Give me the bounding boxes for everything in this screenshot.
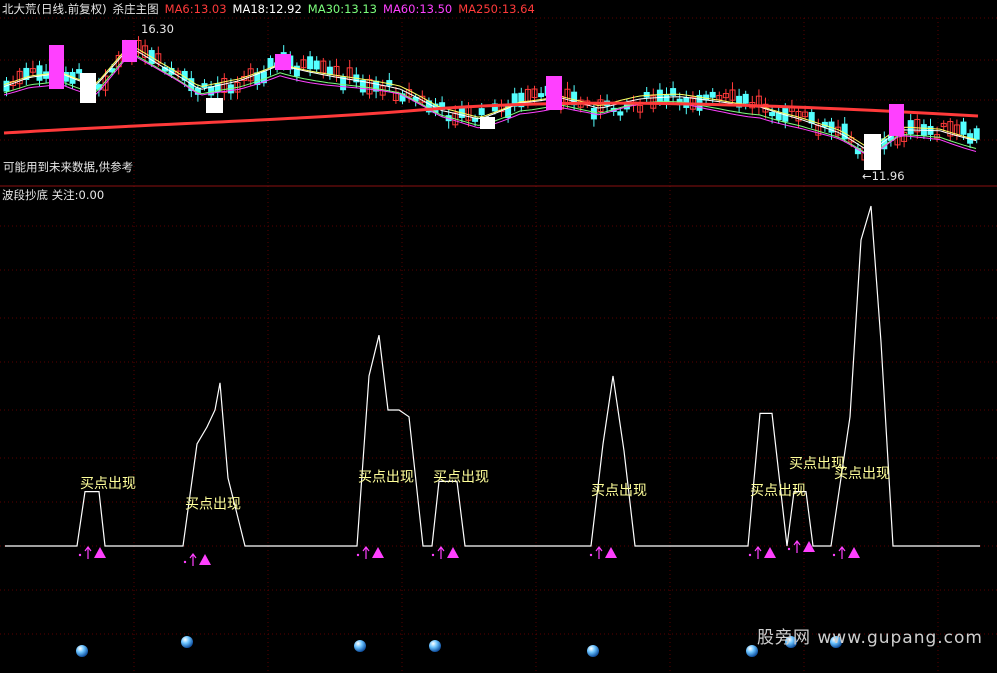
candle-body xyxy=(769,112,776,117)
low-price-label: ←11.96 xyxy=(862,169,905,183)
buy-signal-label: 买点出现 xyxy=(433,469,489,485)
signal-ball-icon xyxy=(181,636,193,648)
up-arrow-icon xyxy=(84,546,92,559)
signal-block xyxy=(122,40,137,62)
signal-dot xyxy=(356,553,360,557)
buy-signal-label: 买点出现 xyxy=(185,497,241,513)
up-arrow-icon xyxy=(793,540,801,553)
price-panel xyxy=(3,36,980,170)
grid xyxy=(0,17,997,673)
triangle-icon xyxy=(848,547,860,558)
ma60-value: MA60:13.50 xyxy=(383,2,453,16)
candle-body xyxy=(76,69,83,74)
candle-body xyxy=(709,91,716,98)
candle-body xyxy=(36,65,43,81)
buy-signal-label: 买点出现 xyxy=(358,469,414,485)
stock-name: 北大荒(日线.前复权) xyxy=(2,2,107,16)
chart-stage: 买点出现 买点出现 买点出现 买点出现 买点出现 买点出现 买点出现 买点出现 北大荒(日线.… xyxy=(0,0,997,673)
ma-line xyxy=(3,51,977,156)
candle-body xyxy=(656,89,663,102)
candle-body xyxy=(643,92,650,98)
ma30-value: MA30:13.13 xyxy=(307,2,378,16)
signal-dot xyxy=(748,553,752,557)
signal-block xyxy=(275,54,291,70)
signal-dot xyxy=(589,553,593,557)
triangle-icon xyxy=(605,547,617,558)
buy-signal-label: 买点出现 xyxy=(80,476,136,492)
up-arrow-icon xyxy=(362,546,370,559)
buy-signal-label: 买点出现 xyxy=(750,483,806,499)
signal-dot xyxy=(78,553,82,557)
up-arrow-icon xyxy=(595,546,603,559)
candle-body xyxy=(313,60,320,70)
buy-signal-label: 买点出现 xyxy=(591,483,647,499)
chart-canvas[interactable]: 买点出现买点出现买点出现 买点出现买点出现 买点出现买点出现买点出现 xyxy=(0,0,997,673)
candle-body xyxy=(307,56,314,70)
triangle-icon xyxy=(94,547,106,558)
ma250-value: MA250:13.64 xyxy=(458,2,535,16)
high-price-label: 16.30 xyxy=(141,22,174,36)
signal-ball-icon xyxy=(429,640,441,652)
candle-body xyxy=(663,94,670,102)
signal-block xyxy=(206,98,223,113)
up-arrow-icon xyxy=(838,546,846,559)
signal-dot xyxy=(787,547,791,551)
candle-body xyxy=(973,128,980,140)
triangle-icon xyxy=(372,547,384,558)
triangle-icon xyxy=(447,547,459,558)
signal-block xyxy=(864,134,881,170)
disclaimer-text: 可能用到未来数据,供参考 xyxy=(3,160,134,174)
signal-ball-icon xyxy=(587,645,599,657)
signal-block xyxy=(480,117,495,129)
indicator-name: 杀庄主图 xyxy=(112,2,159,16)
bottom-indicator-header: 波段抄底 关注:0.00 xyxy=(2,188,104,202)
triangle-icon xyxy=(199,554,211,565)
candle-body xyxy=(775,112,782,121)
candle-body xyxy=(478,108,485,116)
up-arrow-icon xyxy=(754,546,762,559)
signal-ball-icon xyxy=(76,645,88,657)
buy-signal-label: 买点出现 xyxy=(834,466,890,482)
top-header: 北大荒(日线.前复权) 杀庄主图 MA6:13.03 MA18:12.92 MA30:1… xyxy=(2,2,541,16)
focus-value: 关注:0.00 xyxy=(51,188,105,202)
signal-ball-icon xyxy=(354,640,366,652)
up-arrow-icon xyxy=(189,553,197,566)
watermark: 股旁网 www.gupang.com xyxy=(756,628,983,648)
candle-body xyxy=(960,121,967,135)
signal-block xyxy=(546,76,562,110)
signal-dot xyxy=(832,553,836,557)
signal-dot xyxy=(431,553,435,557)
candle-body xyxy=(742,93,749,104)
candle-body xyxy=(326,66,333,75)
ma6-value: MA6:13.03 xyxy=(164,2,227,16)
candle-body xyxy=(538,93,545,98)
bottom-indicator-name: 波段抄底 xyxy=(2,188,48,202)
triangle-icon xyxy=(764,547,776,558)
signal-block xyxy=(80,73,96,103)
signal-dot xyxy=(183,560,187,564)
signal-block xyxy=(889,104,904,136)
ma18-value: MA18:12.92 xyxy=(232,2,302,16)
up-arrow-icon xyxy=(437,546,445,559)
oscillator-line xyxy=(5,205,980,547)
candle-body xyxy=(617,111,624,116)
signal-block xyxy=(49,45,64,89)
